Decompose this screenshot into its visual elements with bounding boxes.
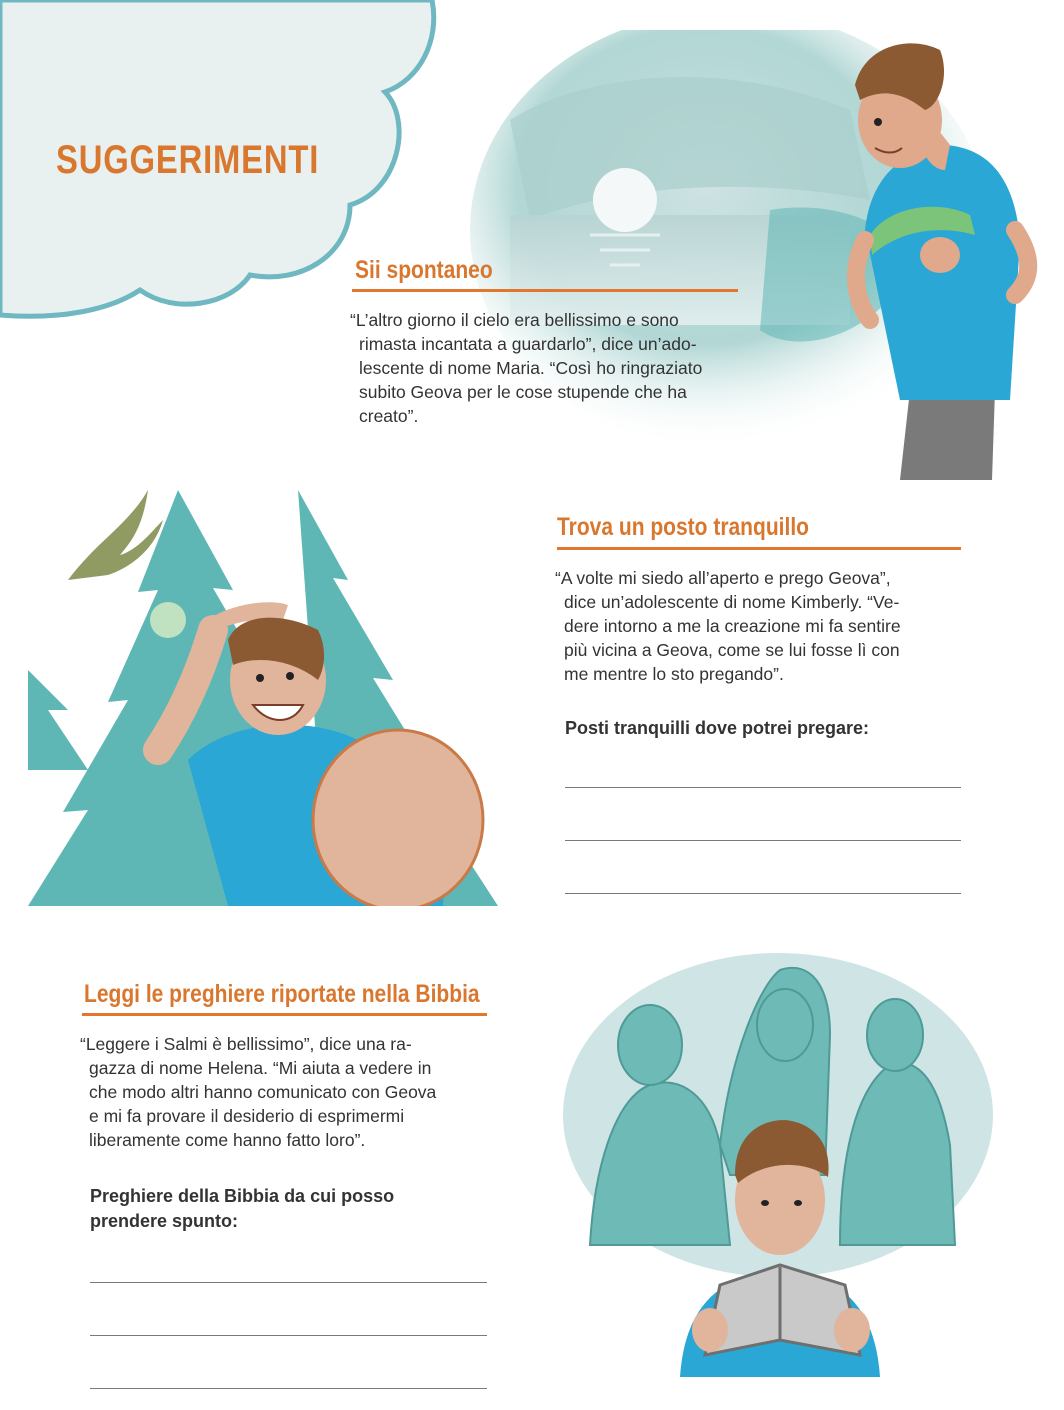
quote-line: gazza di nome Helena. “Mi aiuta a vedere… [89, 1058, 432, 1078]
writing-prompt-places: Posti tranquilli dove potrei pregare: [565, 716, 869, 741]
prompt-line: Posti tranquilli dove potrei pregare: [565, 718, 870, 738]
answer-line[interactable] [565, 840, 961, 841]
prompt-line: Preghiere della Bibbia da cui posso [90, 1186, 395, 1206]
quote-line: lescente di nome Maria. “Così ho ringraz… [359, 358, 703, 378]
section-quote-kimberly: “A volte mi siedo all’aperto e prego Geo… [555, 566, 975, 686]
section-heading-trova-un-posto: Trova un posto tranquillo [557, 513, 809, 541]
section-divider [352, 289, 738, 292]
answer-line[interactable] [565, 893, 961, 894]
answer-line[interactable] [90, 1388, 487, 1389]
quote-line: dere intorno a me la creazione mi fa sen… [564, 616, 901, 636]
quote-line: più vicina a Geova, come se lui fosse lì… [564, 640, 900, 660]
trees-eagle-illustration [28, 490, 498, 906]
quote-line: e mi fa provare il desiderio di esprimer… [89, 1106, 405, 1126]
answer-line[interactable] [90, 1282, 487, 1283]
bible-reading-illustration [563, 953, 993, 1377]
quote-line: che modo altri hanno comunicato con Geov… [89, 1082, 437, 1102]
answer-line[interactable] [565, 787, 961, 788]
writing-prompt-prayers: Preghiere della Bibbia da cui posso pren… [90, 1184, 394, 1234]
section-divider [557, 547, 961, 550]
quote-line: subito Geova per le cose stupende che ha [359, 382, 687, 402]
quote-line: “L’altro giorno il cielo era bellissimo … [350, 310, 679, 330]
prompt-line: prendere spunto: [90, 1211, 239, 1231]
answer-line[interactable] [90, 1335, 487, 1336]
page-title: SUGGERIMENTI [56, 138, 320, 182]
quote-line: dice un’adolescente di nome Kimberly. “V… [564, 592, 900, 612]
quote-line: creato”. [359, 406, 419, 426]
quote-line: “A volte mi siedo all’aperto e prego Geo… [555, 568, 891, 588]
section-quote-helena: “Leggere i Salmi è bellissimo”, dice una… [80, 1032, 500, 1152]
quote-line: me mentre lo sto pregando”. [564, 664, 784, 684]
section-heading-sii-spontaneo: Sii spontaneo [355, 256, 493, 284]
quote-line: rimasta incantata a guardarlo”, dice un’… [359, 334, 697, 354]
quote-line: liberamente come hanno fatto loro”. [89, 1130, 366, 1150]
section-heading-leggi-le-preghiere: Leggi le preghiere riportate nella Bibbi… [84, 980, 480, 1008]
section-quote-maria: “L’altro giorno il cielo era bellissimo … [350, 308, 770, 428]
quote-line: “Leggere i Salmi è bellissimo”, dice una… [80, 1034, 412, 1054]
section-divider [82, 1013, 487, 1016]
